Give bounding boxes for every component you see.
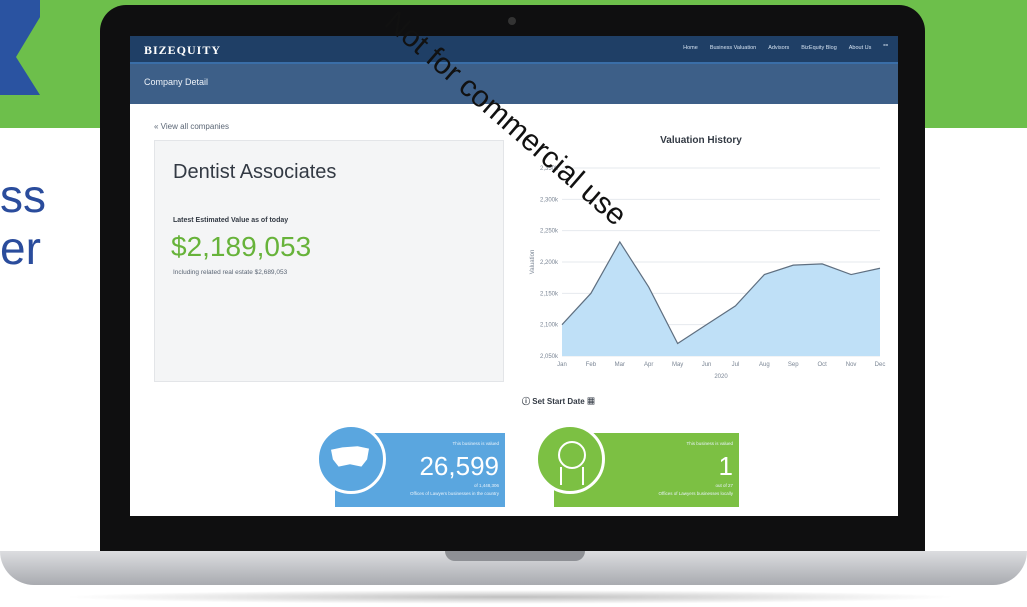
estimated-value: $2,189,053 [171, 231, 312, 262]
x-axis-label: 2020 [714, 374, 728, 380]
y-axis-label: Valuation [530, 250, 536, 275]
y-tick-label: 2,200k [540, 260, 559, 266]
logo[interactable]: BIZEQUITY [144, 43, 221, 58]
page-title: Company Detail [144, 77, 209, 87]
y-tick-label: 2,100k [540, 323, 559, 329]
company-card: Dentist Associates Latest Estimated Valu… [154, 140, 504, 382]
badge-top-text: This business is valued [686, 441, 733, 446]
usa-map-icon [316, 424, 386, 494]
x-tick-label: Mar [615, 362, 625, 368]
y-tick-label: 2,150k [540, 291, 559, 297]
side-text-line1: ss [0, 170, 46, 222]
y-tick-label: 2,300k [540, 197, 559, 203]
badge-number: 26,599 [419, 451, 499, 481]
badge-number: 1 [718, 451, 733, 481]
y-tick-label: 2,050k [540, 354, 559, 360]
x-tick-label: Jul [732, 362, 740, 368]
badge-desc: Offices of Lawyers businesses locally [658, 491, 733, 496]
company-name: Dentist Associates [173, 161, 337, 183]
trophy-ribbon [560, 467, 584, 485]
badge-sub: of 1,448,306 [473, 483, 499, 488]
trophy-cup [558, 441, 586, 469]
x-tick-label: Jan [557, 362, 567, 368]
side-text-line2: er [0, 222, 41, 274]
share-icon[interactable]: ⚯ [883, 43, 888, 51]
set-start-date[interactable]: ⓘ Set Start Date ▦ [522, 396, 595, 407]
usa-shape [331, 446, 369, 467]
x-tick-label: Jun [702, 362, 712, 368]
trophy-icon [535, 424, 605, 494]
x-tick-label: Aug [759, 362, 770, 368]
set-start-label: Set Start Date [532, 397, 585, 406]
nav-blog[interactable]: BizEquity Blog [801, 45, 836, 51]
camera-icon [508, 17, 516, 25]
x-tick-label: Oct [818, 362, 828, 368]
nav-about[interactable]: About Us [849, 45, 872, 51]
x-tick-label: Feb [586, 362, 597, 368]
x-tick-label: Nov [846, 362, 857, 368]
badge-desc: Offices of Lawyers businesses in the cou… [410, 491, 499, 496]
x-tick-label: Dec [875, 362, 886, 368]
side-text: ss er [0, 170, 46, 274]
info-icon: ⓘ [522, 397, 530, 406]
x-tick-label: May [672, 362, 683, 368]
badge-sub: out of 27 [715, 483, 733, 488]
laptop-shadow [60, 590, 960, 604]
nav-links: Home Business Valuation Advisors BizEqui… [683, 43, 888, 51]
badge-top-text: This business is valued [452, 441, 499, 446]
nav-home[interactable]: Home [683, 45, 698, 51]
related-real-estate: Including related real estate $2,689,053 [173, 269, 288, 276]
nav-advisors[interactable]: Advisors [768, 45, 789, 51]
back-link[interactable]: « View all companies [154, 122, 229, 131]
top-nav: BIZEQUITY Home Business Valuation Adviso… [130, 36, 898, 64]
x-tick-label: Apr [644, 362, 653, 368]
estimated-value-label: Latest Estimated Value as of today [173, 217, 289, 224]
calendar-icon[interactable]: ▦ [587, 397, 595, 406]
x-tick-label: Sep [788, 362, 799, 368]
chart-title: Valuation History [660, 135, 742, 146]
subheader: Company Detail [130, 64, 898, 104]
nav-business-valuation[interactable]: Business Valuation [710, 45, 756, 51]
laptop-notch [445, 551, 585, 561]
y-tick-label: 2,250k [540, 229, 559, 235]
